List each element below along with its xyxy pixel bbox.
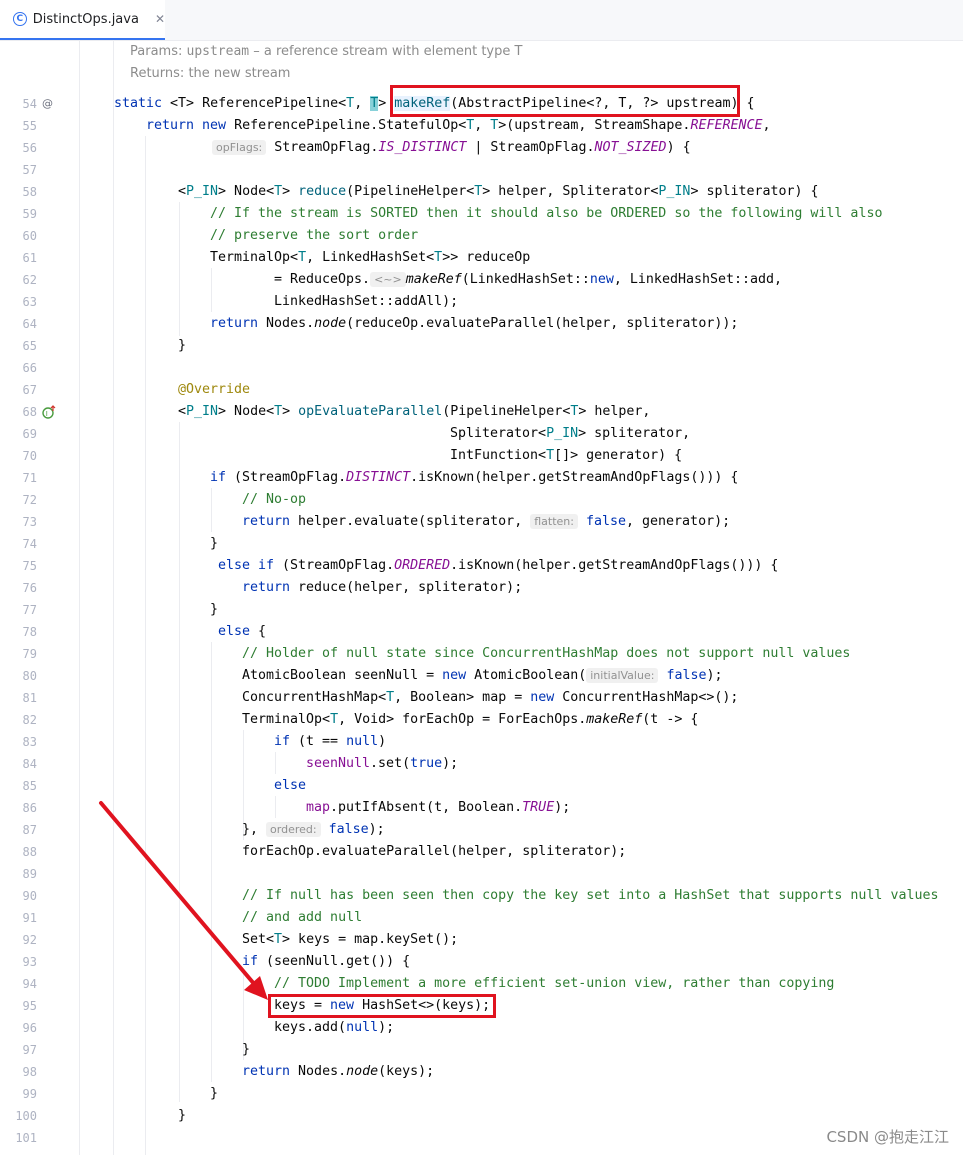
watermark: CSDN @抱走江江 [826,1128,949,1146]
annotation-arrow [99,801,268,1000]
